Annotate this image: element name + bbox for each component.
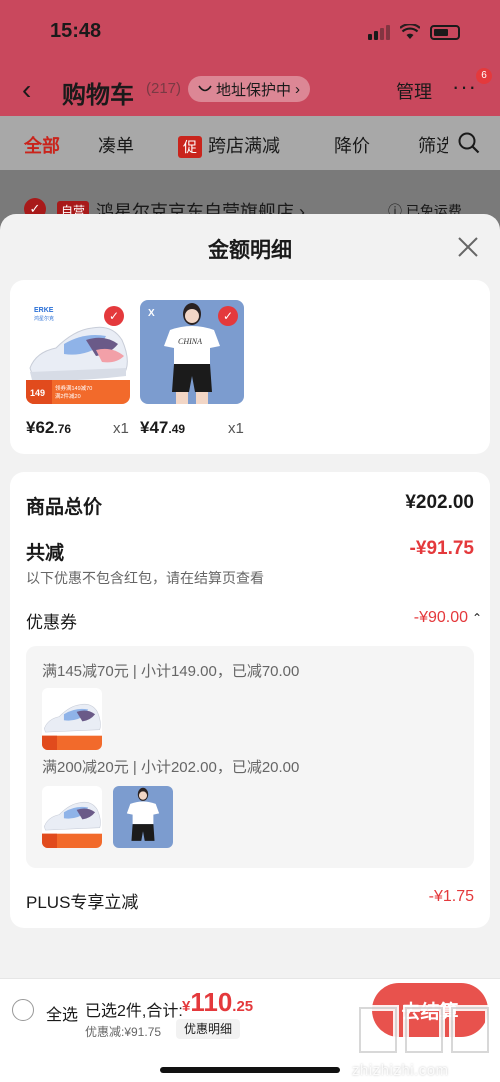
- discount-detail-button[interactable]: 优惠明细: [176, 1019, 241, 1039]
- chevron-up-icon[interactable]: ⌃: [472, 611, 482, 625]
- total-discount-value: -¥91.75: [409, 538, 474, 559]
- battery-icon: [430, 24, 460, 40]
- home-indicator[interactable]: [160, 1067, 340, 1073]
- brand-logo-xtep: X: [148, 308, 155, 319]
- checkout-button[interactable]: 去结算: [372, 983, 488, 1037]
- address-protection-label: 地址保护中: [216, 81, 292, 99]
- cart-title: 购物车: [62, 82, 134, 109]
- total-discount-label: 共减: [26, 543, 65, 564]
- promo-price-tag: 149: [30, 388, 45, 398]
- wifi-icon: [400, 24, 420, 39]
- coupon-product-thumb-sneaker: [42, 786, 102, 848]
- products-card: ERKE 鸿星尔克 149 领券满149减70 满2件减20 ✓ X CHINA…: [10, 280, 490, 454]
- coupon-group-text: 满200减20元 | 小计202.00，已减20.00: [42, 759, 300, 776]
- smile-icon: [198, 85, 212, 92]
- discount-note: 以下优惠不包含红包，请在结算页查看: [26, 570, 264, 586]
- tab-cross-store[interactable]: 促跨店满减: [178, 132, 280, 158]
- sneaker-image: [42, 688, 102, 750]
- coupon-product-thumb-tshirt: [113, 786, 173, 848]
- select-all-radio[interactable]: [12, 999, 34, 1021]
- product-quantity: x1: [228, 420, 244, 437]
- status-time: 15:48: [50, 20, 102, 42]
- coupon-value[interactable]: -¥90.00: [414, 609, 468, 627]
- total-amount: ¥110.25: [182, 987, 254, 1017]
- selected-count: 已选2件,合计:: [85, 1003, 183, 1020]
- brand-logo-erke-cn: 鸿星尔克: [34, 315, 54, 322]
- product-image-sneaker[interactable]: ERKE 鸿星尔克 149 领券满149减70 满2件减20 ✓: [26, 300, 130, 404]
- tab-cross-store-label: 跨店满减: [208, 136, 280, 156]
- filter-tabs: 全部 凑单 促跨店满减 降价 筛选: [0, 116, 500, 170]
- promo-line-2: 满2件减20: [55, 392, 81, 400]
- plus-discount-label: PLUS专享立减: [26, 893, 139, 912]
- tab-price-drop[interactable]: 降价: [334, 132, 370, 158]
- cart-nav-bar: ‹ 购物车 (217) 地址保护中 › 管理 ··· 6: [0, 64, 500, 116]
- amount-detail-sheet: 金额明细 ERKE 鸿星尔克 149 领券满149减70 满2件减20 ✓ X …: [0, 214, 500, 978]
- product-price: ¥47.49: [140, 418, 186, 437]
- status-icons: [368, 24, 460, 40]
- status-bar: 15:48: [0, 0, 500, 64]
- tab-filter[interactable]: 筛选: [418, 132, 448, 158]
- chevron-right-icon: ›: [295, 80, 301, 98]
- product-price: ¥62.76: [26, 418, 72, 437]
- cellular-signal-icon: [368, 24, 390, 40]
- more-icon[interactable]: ···: [452, 74, 477, 100]
- tab-bundle[interactable]: 凑单: [98, 132, 134, 158]
- product-image-tshirt-set[interactable]: X CHINA ✓: [140, 300, 244, 404]
- promo-tag: 促: [178, 136, 202, 158]
- product-selected-check[interactable]: ✓: [218, 306, 238, 326]
- coupon-breakdown: 满145减70元 | 小计149.00，已减70.00 满200减20元 | 小…: [26, 646, 474, 868]
- brand-logo-erke: ERKE: [34, 307, 54, 314]
- sheet-title: 金额明细: [208, 239, 292, 262]
- select-all-label[interactable]: 全选: [46, 1001, 78, 1025]
- promo-line-1: 领券满149减70: [55, 384, 92, 392]
- goods-total-value: ¥202.00: [405, 492, 474, 513]
- price-summary-card: 商品总价 ¥202.00 共减 -¥91.75 以下优惠不包含红包，请在结算页查…: [10, 472, 490, 928]
- cart-count: (217): [146, 80, 182, 97]
- coupon-group-text: 满145减70元 | 小计149.00，已减70.00: [42, 663, 300, 680]
- close-icon[interactable]: [455, 234, 481, 260]
- plus-discount-value: -¥1.75: [428, 888, 474, 905]
- goods-total-label: 商品总价: [26, 497, 103, 518]
- shirt-print-text: CHINA: [178, 337, 202, 346]
- message-badge: 6: [476, 68, 492, 84]
- watermark-text: zhizhizhi.com: [352, 1062, 449, 1079]
- product-quantity: x1: [113, 420, 129, 437]
- sneaker-image: [42, 786, 102, 848]
- sheet-header: 金额明细: [0, 214, 500, 280]
- address-protection-pill[interactable]: 地址保护中 ›: [188, 76, 311, 102]
- coupon-product-thumb-sneaker: [42, 688, 102, 750]
- product-selected-check[interactable]: ✓: [104, 306, 124, 326]
- search-icon[interactable]: [458, 132, 480, 154]
- tshirt-image: [113, 786, 173, 848]
- tab-all[interactable]: 全部: [24, 132, 60, 158]
- manage-button[interactable]: 管理: [396, 78, 432, 104]
- discount-amount: 优惠减:¥91.75: [85, 1025, 162, 1039]
- coupon-label: 优惠券: [26, 613, 77, 632]
- chevron-left-icon[interactable]: ‹: [22, 74, 31, 106]
